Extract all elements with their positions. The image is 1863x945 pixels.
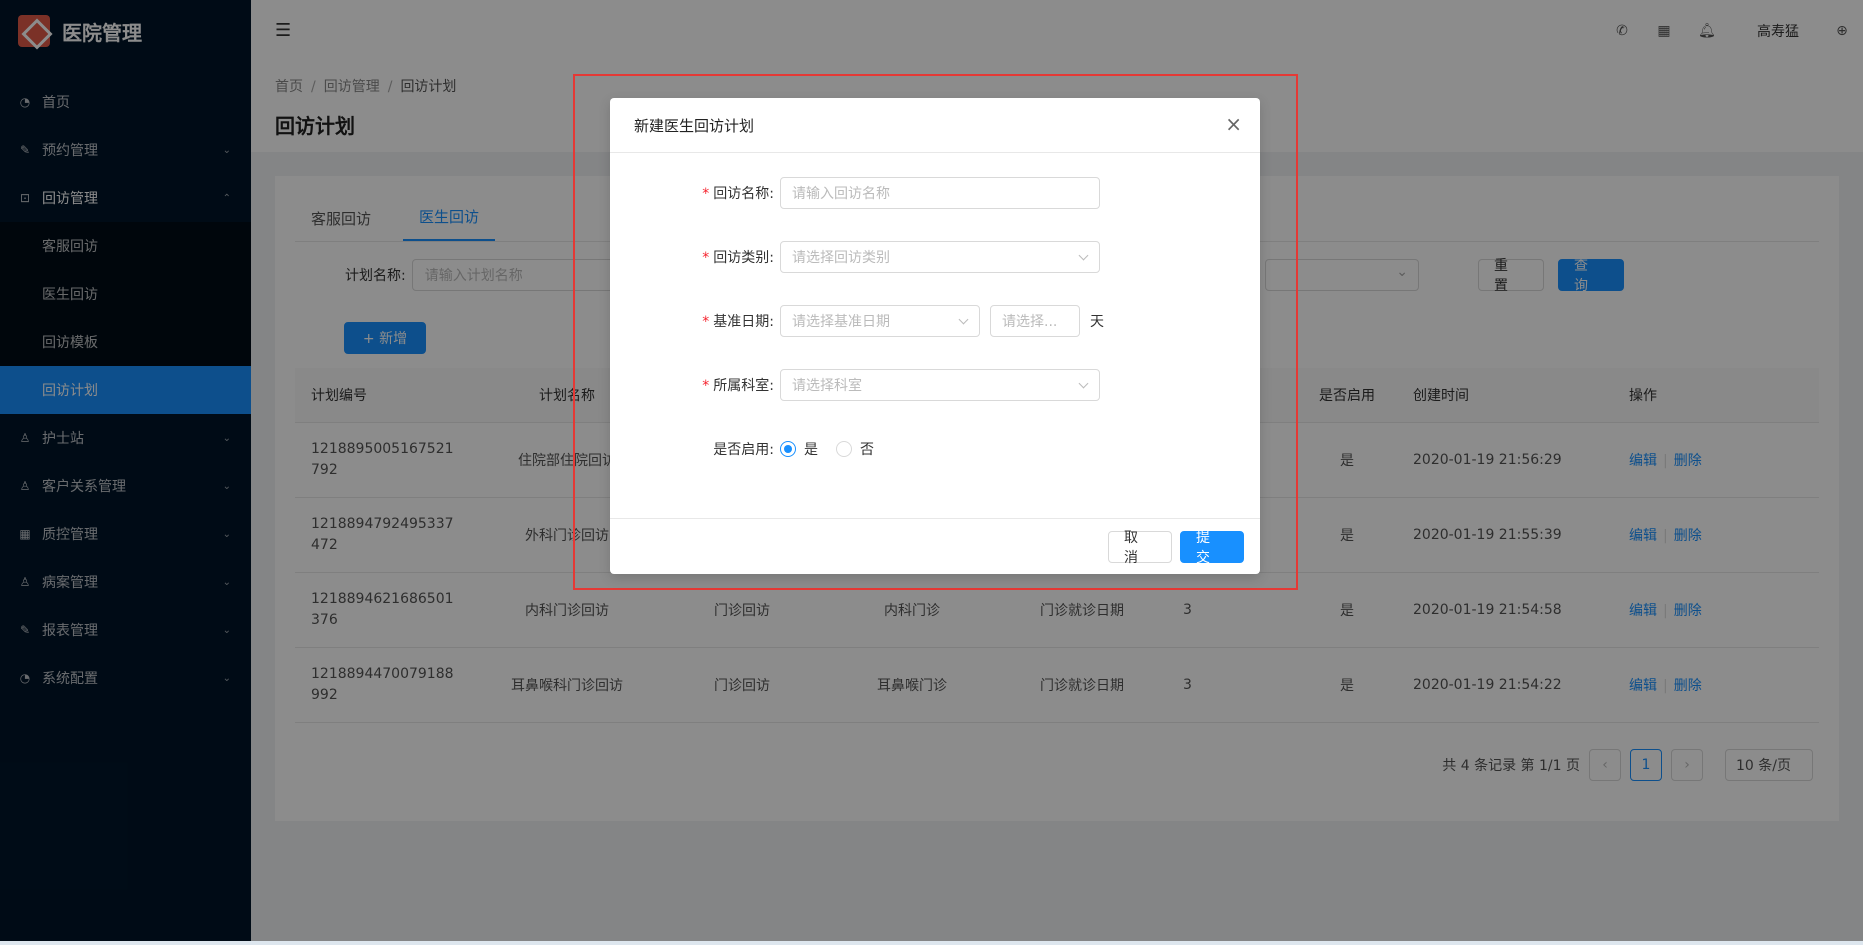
radio-checked-icon xyxy=(780,441,796,457)
base-date-select[interactable]: 请选择基准日期 xyxy=(780,305,980,337)
enabled-yes-radio[interactable]: 是 xyxy=(780,439,818,459)
form-row-dept: * 所属科室: 请选择科室 xyxy=(610,369,1100,401)
days-select[interactable]: 请选择... xyxy=(990,305,1080,337)
cancel-button[interactable]: 取消 xyxy=(1108,530,1172,566)
form-row-category: * 回访类别: 请选择回访类别 xyxy=(610,241,1100,273)
required-mark: * xyxy=(702,186,710,202)
form-label: * 基准日期: xyxy=(610,311,780,331)
days-unit: 天 xyxy=(1090,314,1104,330)
form-label: * 所属科室: xyxy=(610,375,780,395)
form-row-base-date: * 基准日期: 请选择基准日期 请选择... 天 xyxy=(610,305,1104,337)
required-mark: * xyxy=(702,314,710,330)
followup-category-select[interactable]: 请选择回访类别 xyxy=(780,241,1100,273)
modal-header: 新建医生回访计划 × xyxy=(610,98,1260,153)
submit-button[interactable]: 提交 xyxy=(1180,530,1244,566)
radio-unchecked-icon xyxy=(836,441,852,457)
form-label-text: 回访类别: xyxy=(713,250,774,266)
radio-label: 否 xyxy=(860,442,874,458)
modal-footer: 取消 提交 xyxy=(610,518,1260,574)
form-row-name: * 回访名称: 请输入回访名称 xyxy=(610,177,1100,209)
form-row-enabled: 是否启用: 是 否 xyxy=(610,433,892,465)
close-icon[interactable]: × xyxy=(1225,112,1242,136)
enabled-no-radio[interactable]: 否 xyxy=(836,439,874,459)
radio-label: 是 xyxy=(804,442,818,458)
department-select[interactable]: 请选择科室 xyxy=(780,369,1100,401)
form-label-text: 基准日期: xyxy=(713,314,774,330)
form-label: * 回访类别: xyxy=(610,247,780,267)
required-mark: * xyxy=(702,378,710,394)
form-label-text: 回访名称: xyxy=(713,186,774,202)
modal-body: * 回访名称: 请输入回访名称 * 回访类别: 请选择回访类别 * 基准日期: 请选择… xyxy=(610,153,1260,518)
modal-title: 新建医生回访计划 xyxy=(634,116,755,135)
form-label-text: 所属科室: xyxy=(713,378,774,394)
create-plan-modal: 新建医生回访计划 × * 回访名称: 请输入回访名称 * 回访类别: 请选择回访类别… xyxy=(610,98,1260,574)
required-mark: * xyxy=(702,250,710,266)
form-label: 是否启用: xyxy=(713,442,774,458)
followup-name-input[interactable]: 请输入回访名称 xyxy=(780,177,1100,209)
form-label: * 回访名称: xyxy=(610,183,780,203)
bottom-scrollbar[interactable] xyxy=(0,941,1863,945)
